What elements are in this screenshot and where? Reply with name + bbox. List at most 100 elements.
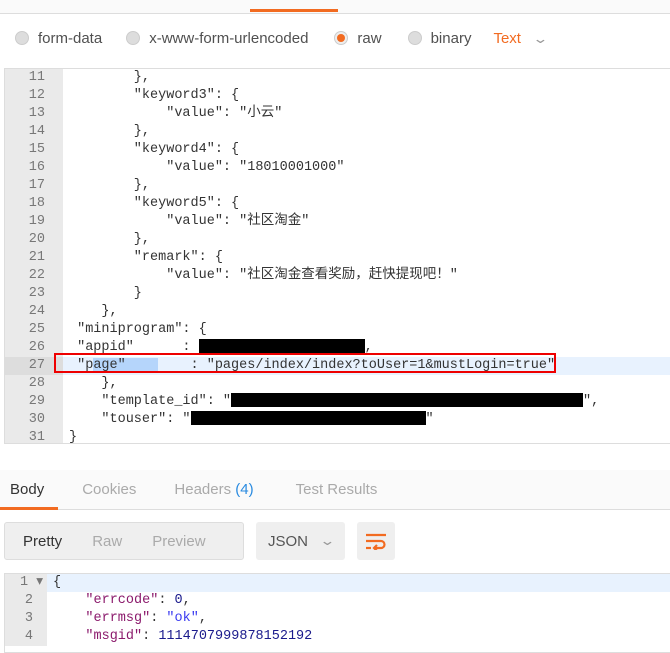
line-number: 14 [5, 123, 63, 141]
tab-test-results[interactable]: Test Results [296, 470, 378, 509]
code-line: 17 }, [5, 177, 670, 195]
code-line: 16 "value": "18010001000" [5, 159, 670, 177]
code-line: 12 "keyword3": { [5, 87, 670, 105]
line-number: 26 [5, 339, 63, 357]
chevron-down-icon: ⌄ [319, 533, 336, 548]
line-number: 30 [5, 411, 63, 429]
line-number: 13 [5, 105, 63, 123]
line-number: 19 [5, 213, 63, 231]
wrap-icon [366, 533, 386, 550]
code-text: { [47, 574, 670, 592]
line-number: 29 [5, 393, 63, 411]
code-text: "value": "社区淘金查看奖励，赶快提现吧！" [69, 268, 458, 283]
code-text: "errcode": 0, [47, 592, 670, 610]
code-line: 23 } [5, 285, 670, 303]
view-preview-button[interactable]: Preview [134, 533, 205, 550]
code-text: "keyword5": { [69, 196, 240, 211]
line-number: 22 [5, 267, 63, 285]
code-line: 15 "keyword4": { [5, 141, 670, 159]
code-text: }, [69, 376, 118, 391]
code-line: 27 "page" : "pages/index/index?toUser=1&… [5, 357, 670, 375]
code-text: } [69, 430, 78, 444]
redacted-value [198, 339, 365, 354]
wrap-lines-button[interactable] [357, 522, 395, 560]
token: 1114707999878152192 [158, 629, 313, 644]
line-number: 24 [5, 303, 63, 321]
code-text: "value": "18010001000" [69, 160, 345, 175]
response-tabs: Body Cookies Headers (4) Test Results [0, 470, 670, 510]
token: , [198, 611, 207, 626]
response-line: 3 "errmsg": "ok", [5, 610, 670, 628]
tab-headers[interactable]: Headers (4) [174, 470, 253, 509]
code-text: "errmsg": "ok", [47, 610, 670, 628]
token: : [158, 593, 175, 608]
token: : [150, 611, 167, 626]
line-number: 17 [5, 177, 63, 195]
line-number: 4 [5, 628, 47, 646]
line-number: 11 [5, 69, 63, 87]
token: , [182, 593, 191, 608]
line-number: 18 [5, 195, 63, 213]
option-binary[interactable]: binary [407, 30, 471, 47]
code-line: 19 "value": "社区淘金" [5, 213, 670, 231]
request-body-editor[interactable]: 11 }, 12 "keyword3": {13 "value": "小云" 14 … [4, 68, 670, 444]
active-tab-indicator [250, 9, 338, 12]
option-raw[interactable]: raw [334, 30, 382, 47]
response-line: 2 "errcode": 0, [5, 592, 670, 610]
code-text: "touser": " " [69, 411, 434, 427]
selected-text: age" [93, 358, 159, 373]
token: "errmsg" [85, 611, 151, 626]
token: { [53, 575, 62, 590]
line-number: 3 [5, 610, 47, 628]
option-form-data[interactable]: form-data [15, 30, 102, 47]
code-text: "appid" : , [69, 339, 373, 355]
radio-icon[interactable] [15, 31, 29, 45]
code-line: 31} [5, 429, 670, 444]
token: "errcode" [85, 593, 159, 608]
token: "msgid" [85, 629, 143, 644]
code-line: 25 "miniprogram": { [5, 321, 670, 339]
redacted-value [190, 411, 426, 426]
view-pretty-button[interactable]: Pretty [5, 533, 62, 550]
request-tabs-strip [0, 0, 670, 14]
line-number: 16 [5, 159, 63, 177]
code-text: "template_id": " ", [69, 393, 600, 409]
line-number: 25 [5, 321, 63, 339]
tab-body[interactable]: Body [0, 470, 59, 510]
response-format-dropdown[interactable]: JSON ⌄ [256, 522, 345, 560]
token: : [142, 629, 159, 644]
code-line: 26 "appid" : , [5, 339, 670, 357]
response-line: 4 "msgid": 1114707999878152192 [5, 628, 670, 646]
view-mode-group: Pretty Raw Preview [4, 522, 244, 560]
code-text: } [69, 286, 142, 301]
line-number: 31 [5, 429, 63, 443]
chevron-down-icon: ⌄ [532, 30, 549, 46]
radio-selected-icon[interactable] [334, 31, 349, 45]
line-number: 2 [5, 592, 47, 610]
line-number: 27 [5, 357, 63, 375]
line-number: 1 ▾ [5, 574, 47, 592]
code-line: 14 }, [5, 123, 670, 141]
radio-icon[interactable] [407, 31, 422, 45]
token: "ok" [166, 611, 199, 626]
option-urlencoded[interactable]: x-www-form-urlencoded [126, 30, 308, 47]
code-line: 28 }, [5, 375, 670, 393]
tab-cookies[interactable]: Cookies [82, 470, 136, 509]
body-type-options: form-data x-www-form-urlencoded raw bina… [0, 26, 549, 50]
code-line: 11 }, [5, 69, 670, 87]
code-line: 21 "remark": { [5, 249, 670, 267]
code-text: }, [69, 124, 151, 139]
line-number: 12 [5, 87, 63, 105]
radio-icon[interactable] [126, 31, 141, 45]
headers-count-badge: (4) [235, 481, 254, 498]
code-text: "value": "社区淘金" [69, 214, 310, 229]
raw-format-dropdown[interactable]: Text ⌄ [493, 30, 549, 47]
line-number: 28 [5, 375, 63, 393]
code-text: "page" : "pages/index/index?toUser=1&mus… [69, 358, 556, 373]
view-raw-button[interactable]: Raw [74, 533, 122, 550]
code-text: "value": "小云" [69, 106, 283, 121]
response-body-viewer[interactable]: 1 ▾{2 "errcode": 0, 3 "errmsg": "ok", 4 "m… [4, 573, 670, 653]
